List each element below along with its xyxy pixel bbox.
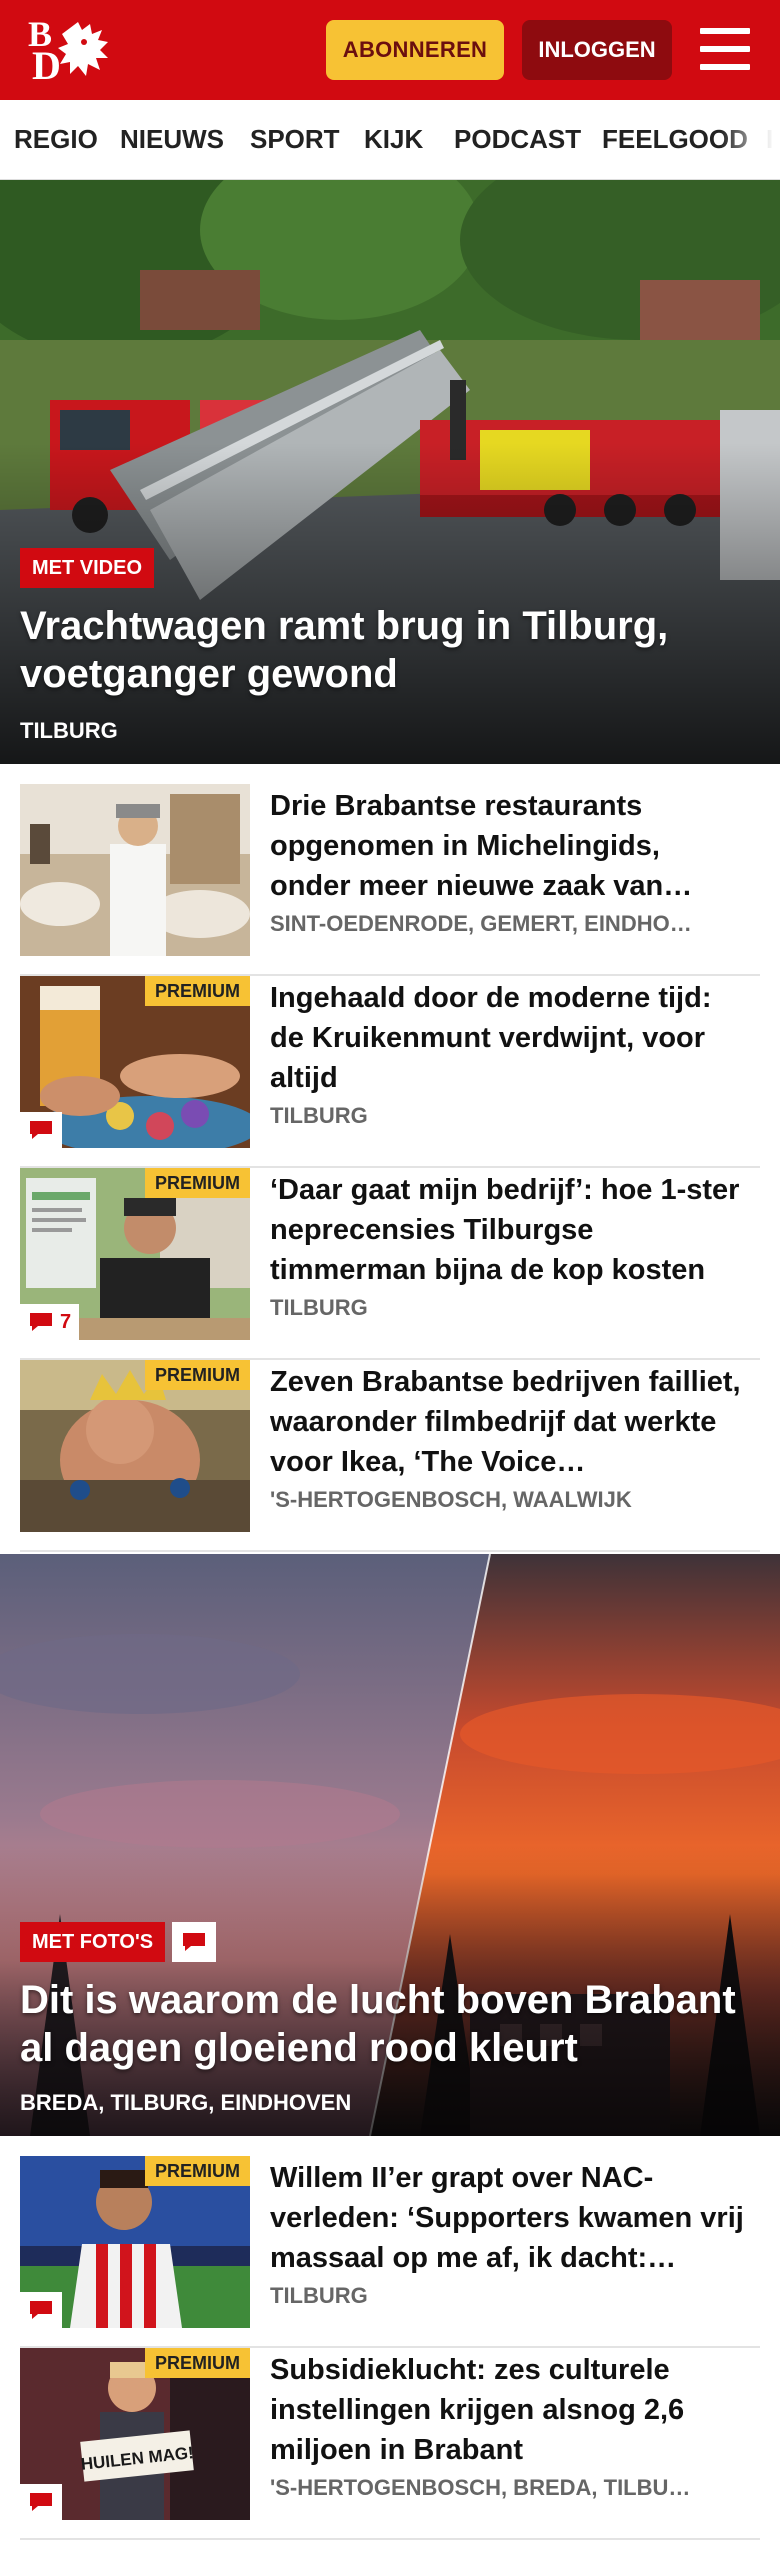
site-header: B D ABONNEREN INLOGGEN	[0, 0, 780, 100]
article-location: TILBURG	[270, 2283, 368, 2308]
comment-icon	[183, 1933, 205, 1951]
nav-item-regio[interactable]: REGIO	[14, 124, 98, 155]
lion-icon	[58, 22, 108, 76]
article-card[interactable]: PREMIUM 7 ‘Daar gaat mijn bedrijf’: hoe …	[20, 1168, 760, 1360]
article-card[interactable]: PREMIUM Zeven Brabantse bedrijven failli…	[20, 1360, 760, 1552]
nav-item-podcast[interactable]: PODCAST	[454, 124, 581, 155]
hero-title[interactable]: Dit is waarom de lucht boven Brabant al …	[20, 1976, 760, 2072]
login-button[interactable]: INLOGGEN	[522, 20, 672, 80]
premium-badge: PREMIUM	[145, 2348, 250, 2378]
article-title[interactable]: ‘Daar gaat mijn bedrijf’: hoe 1-ster nep…	[270, 1170, 748, 1290]
article-title[interactable]: Zeven Brabantse bedrijven failliet, waar…	[270, 1362, 748, 1482]
section-nav: REGIO NIEUWS SPORT KIJK PODCAST FEELGOOD…	[0, 100, 780, 180]
article-thumbnail	[20, 784, 250, 956]
article-title[interactable]: Willem II’er grapt over NAC-verleden: ‘S…	[270, 2158, 748, 2278]
article-thumbnail: HUILEN MAG! PREMIUM	[20, 2348, 250, 2520]
article-location: TILBURG	[270, 1103, 368, 1128]
article-thumbnail: PREMIUM	[20, 1360, 250, 1532]
premium-badge: PREMIUM	[145, 1360, 250, 1390]
premium-badge: PREMIUM	[145, 1168, 250, 1198]
hero-location: BREDA, TILBURG, EINDHOVEN	[20, 2090, 352, 2115]
comments-badge[interactable]	[20, 2484, 62, 2520]
hero-article-bridge[interactable]: MET VIDEO Vrachtwagen ramt brug in Tilbu…	[0, 180, 780, 764]
comment-icon	[30, 1313, 52, 1331]
article-location: 'S-HERTOGENBOSCH, WAALWIJK	[270, 1487, 632, 1512]
comments-badge[interactable]	[172, 1922, 216, 1962]
article-title[interactable]: Subsidieklucht: zes culturele instelling…	[270, 2350, 748, 2470]
hero-article-sky[interactable]: MET FOTO'S Dit is waarom de lucht boven …	[0, 1554, 780, 2136]
article-title[interactable]: Drie Brabantse restaurants opgenomen in …	[270, 786, 748, 906]
bd-logo[interactable]: B D	[26, 16, 116, 86]
hero-location: TILBURG	[20, 718, 118, 743]
article-location: 'S-HERTOGENBOSCH, BREDA, TILBU…	[270, 2475, 691, 2500]
nav-item-nieuws[interactable]: NIEUWS	[120, 124, 224, 155]
comments-badge[interactable]	[20, 2292, 62, 2328]
nav-item-kijk[interactable]: KIJK	[364, 124, 423, 155]
article-thumbnail: PREMIUM	[20, 2156, 250, 2328]
video-tag: MET VIDEO	[20, 548, 155, 588]
hamburger-menu-icon[interactable]	[700, 26, 750, 72]
subscribe-button[interactable]: ABONNEREN	[326, 20, 504, 80]
comment-icon	[30, 2301, 52, 2319]
photos-tag: MET FOTO'S	[20, 1922, 166, 1962]
article-location: TILBURG	[270, 1295, 368, 1320]
article-location: SINT-OEDENRODE, GEMERT, EINDHO…	[270, 911, 692, 936]
comments-badge[interactable]: 7	[20, 1304, 80, 1340]
comments-badge[interactable]	[20, 1112, 62, 1148]
article-card[interactable]: Drie Brabantse restaurants opgenomen in …	[20, 784, 760, 976]
thumb-image-restaurant	[20, 784, 250, 956]
premium-badge: PREMIUM	[145, 976, 250, 1006]
comment-icon	[30, 2493, 52, 2511]
hero-title[interactable]: Vrachtwagen ramt brug in Tilburg, voetga…	[20, 602, 760, 698]
article-title[interactable]: Ingehaald door de moderne tijd: de Kruik…	[270, 978, 748, 1098]
article-card[interactable]: HUILEN MAG! PREMIUM Subsidieklucht: zes …	[20, 2348, 760, 2540]
nav-fade	[720, 100, 780, 179]
article-thumbnail: PREMIUM 7	[20, 1168, 250, 1340]
article-thumbnail: PREMIUM	[20, 976, 250, 1148]
article-card[interactable]: PREMIUM Ingehaald door de moderne tijd: …	[20, 976, 760, 1168]
comment-icon	[30, 1121, 52, 1139]
comments-count: 7	[60, 1310, 72, 1333]
article-card[interactable]: PREMIUM Willem II’er grapt over NAC-verl…	[20, 2156, 760, 2348]
premium-badge: PREMIUM	[145, 2156, 250, 2186]
nav-item-sport[interactable]: SPORT	[250, 124, 340, 155]
